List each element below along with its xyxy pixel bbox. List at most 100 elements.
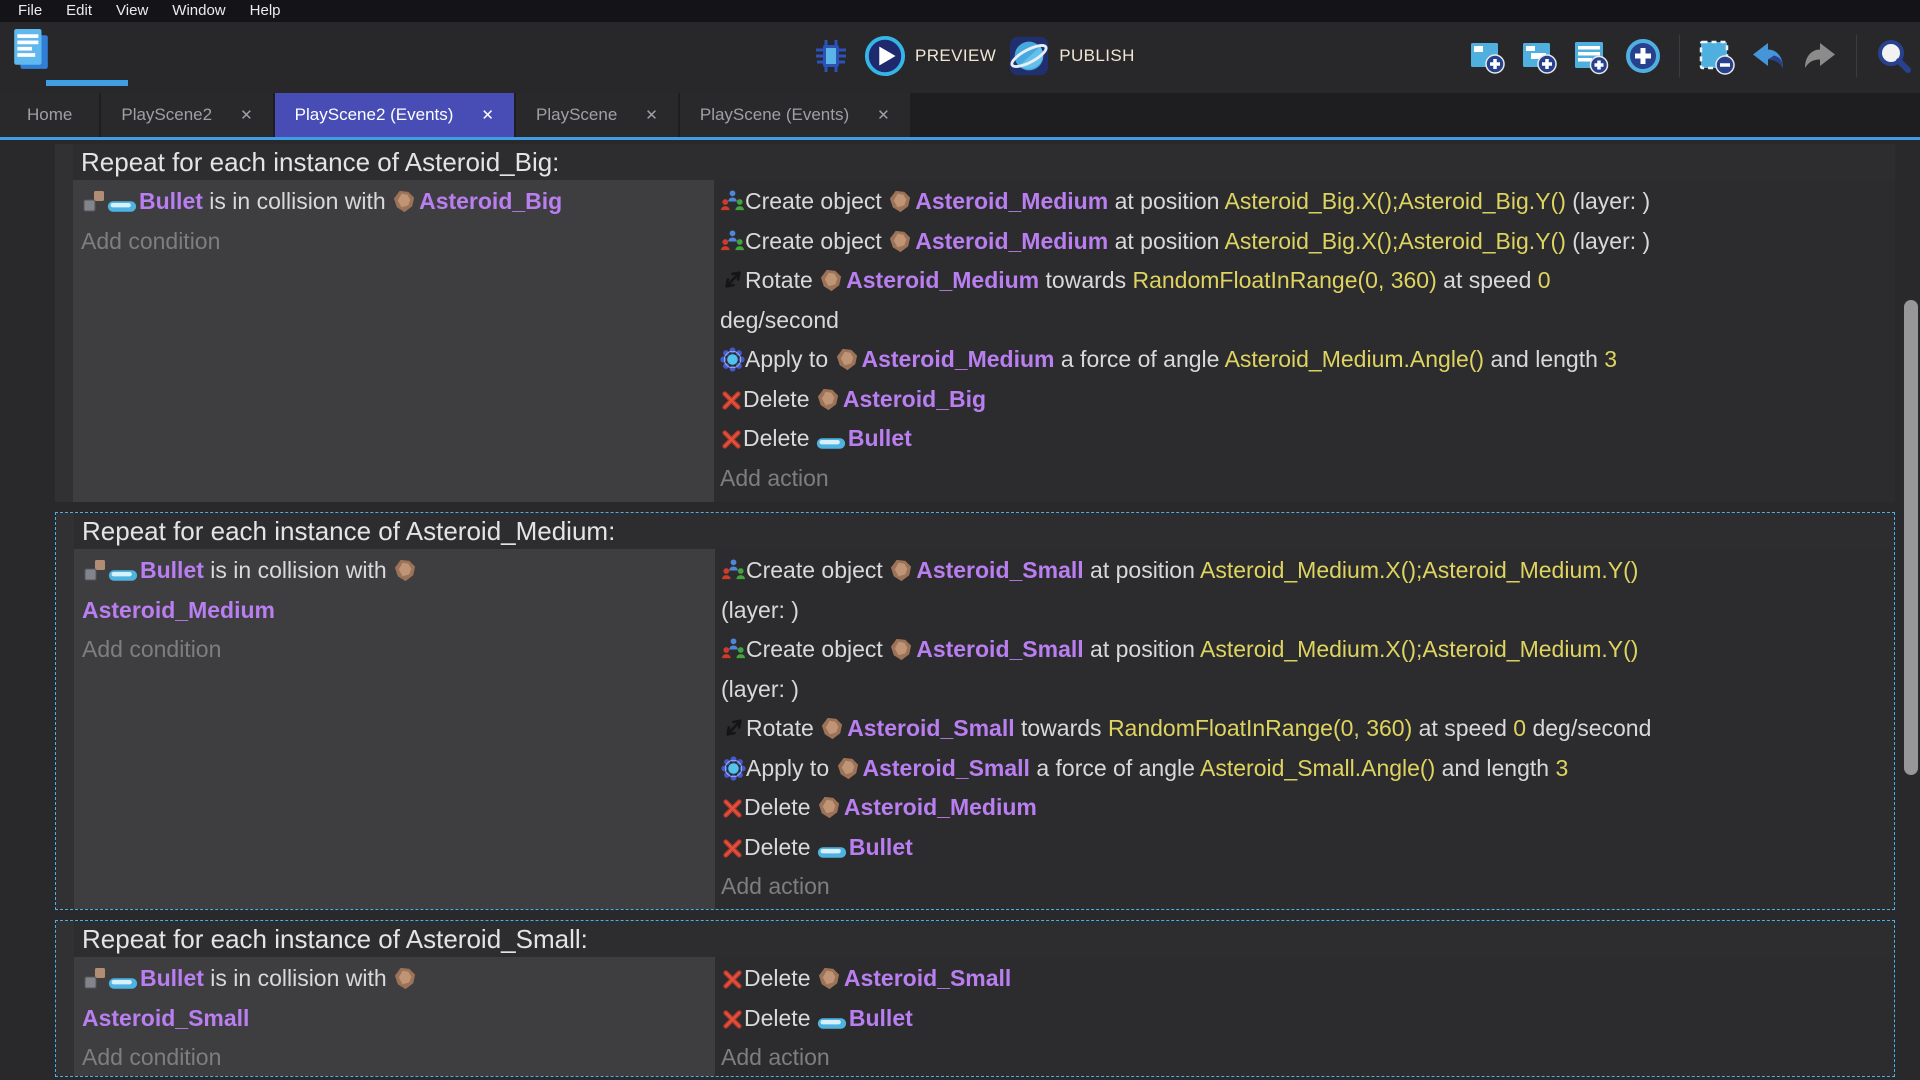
tab-playscene[interactable]: PlayScene ✕ — [516, 93, 678, 137]
condition-row[interactable]: Bullet is in collision with Asteroid_Sma… — [82, 959, 705, 1038]
actions-column: Create object Asteroid_Small at position… — [715, 549, 1894, 909]
delete-icon — [721, 788, 744, 828]
delete-selection-icon[interactable] — [1695, 34, 1737, 78]
menu-edit[interactable]: Edit — [56, 0, 102, 22]
redo-icon[interactable] — [1799, 34, 1841, 78]
events-sheet: Repeat for each instance of Asteroid_Big… — [0, 140, 1920, 1080]
toolbar: PREVIEW PUBLISH — [0, 22, 1920, 93]
expression: Asteroid_Medium.X();Asteroid_Medium.Y() — [1200, 636, 1639, 662]
expression: Asteroid_Medium.X();Asteroid_Medium.Y() — [1200, 557, 1639, 583]
action-row[interactable]: Apply to Asteroid_Medium a force of angl… — [720, 340, 1887, 380]
event-main: Repeat for each instance of Asteroid_Med… — [74, 513, 1894, 909]
action-row[interactable]: Delete Bullet — [721, 828, 1886, 868]
vertical-scrollbar-thumb[interactable] — [1904, 300, 1918, 775]
expression: Asteroid_Medium.Angle() — [1224, 346, 1485, 372]
object-name: Bullet — [139, 188, 203, 214]
bullet-icon — [108, 551, 138, 591]
tab-close-icon[interactable]: ✕ — [877, 106, 890, 124]
globe-icon — [1008, 35, 1050, 77]
event-body: Bullet is in collision with Asteroid_Med… — [74, 549, 1894, 909]
event-block-1[interactable]: Repeat for each instance of Asteroid_Big… — [55, 144, 1895, 502]
add-action-link[interactable]: Add action — [721, 1038, 1886, 1076]
text-segment: Delete — [744, 794, 817, 820]
event-header[interactable]: Repeat for each instance of Asteroid_Sma… — [74, 921, 1894, 957]
undo-icon[interactable] — [1747, 34, 1789, 78]
action-row[interactable]: Create object Asteroid_Medium at positio… — [720, 222, 1887, 262]
text-segment: Rotate — [746, 715, 821, 741]
text-segment: Apply to — [746, 754, 836, 781]
action-row[interactable]: Apply to Asteroid_Small a force of angle… — [721, 749, 1886, 789]
tab-close-icon[interactable]: ✕ — [645, 106, 658, 124]
menu-help[interactable]: Help — [240, 0, 291, 22]
text-segment: towards — [1039, 267, 1133, 293]
action-row[interactable]: Create object Asteroid_Small at position… — [721, 630, 1886, 709]
object-name: Bullet — [140, 965, 204, 991]
action-row[interactable]: Rotate Asteroid_Small towards RandomFloa… — [721, 709, 1886, 749]
tab-playscene2-events[interactable]: PlayScene2 (Events) ✕ — [274, 93, 514, 137]
object-name: Asteroid_Small — [82, 1004, 250, 1031]
publish-button[interactable]: PUBLISH — [1008, 35, 1135, 77]
add-comment-icon[interactable] — [1570, 34, 1612, 78]
text-segment: at position — [1108, 227, 1225, 254]
menu-window[interactable]: Window — [162, 0, 235, 22]
text-segment: is in collision with — [202, 188, 393, 214]
action-row[interactable]: Delete Asteroid_Big — [720, 380, 1887, 420]
tab-playscene2[interactable]: PlayScene2 ✕ — [101, 93, 273, 137]
text-segment: deg/second — [1526, 715, 1652, 741]
add-subevent-icon[interactable] — [1518, 34, 1560, 78]
object-name: Asteroid_Big — [842, 385, 987, 412]
preview-label: PREVIEW — [915, 46, 997, 65]
action-row[interactable]: Delete Asteroid_Small — [721, 959, 1886, 999]
event-block-3[interactable]: Repeat for each instance of Asteroid_Sma… — [55, 920, 1895, 1077]
tab-label: Home — [27, 105, 73, 124]
menu-bar: File Edit View Window Help — [0, 0, 1920, 22]
condition-row[interactable]: Bullet is in collision with Asteroid_Big — [81, 182, 704, 222]
search-icon[interactable] — [1872, 34, 1914, 78]
condition-row[interactable]: Bullet is in collision with Asteroid_Med… — [82, 551, 705, 630]
gdevelop-logo-button[interactable] — [10, 28, 52, 72]
tab-playscene-events[interactable]: PlayScene (Events) ✕ — [679, 93, 910, 137]
menu-file[interactable]: File — [8, 0, 52, 22]
action-row[interactable]: Delete Asteroid_Medium — [721, 788, 1886, 828]
delete-icon — [720, 380, 743, 420]
tab-close-icon[interactable]: ✕ — [240, 106, 253, 124]
rotate-icon — [720, 261, 745, 301]
action-row[interactable]: Delete Bullet — [721, 999, 1886, 1039]
tab-close-icon[interactable]: ✕ — [481, 106, 494, 124]
expression: RandomFloatInRange(0, 360) — [1132, 267, 1437, 293]
actions-column: Create object Asteroid_Medium at positio… — [714, 180, 1895, 502]
object-name: Asteroid_Medium — [915, 188, 1109, 214]
action-row[interactable]: Create object Asteroid_Small at position… — [721, 551, 1886, 630]
object-name: Bullet — [140, 557, 204, 583]
add-circle-icon[interactable] — [1622, 34, 1664, 78]
add-condition-link[interactable]: Add condition — [81, 222, 704, 262]
event-block-2[interactable]: Repeat for each instance of Asteroid_Med… — [55, 512, 1895, 910]
expression: 3 — [1604, 346, 1618, 372]
force-icon — [721, 749, 746, 789]
event-header[interactable]: Repeat for each instance of Asteroid_Big… — [73, 144, 1895, 180]
text-segment: deg/second — [720, 306, 839, 333]
tab-bar: Home PlayScene2 ✕ PlayScene2 (Events) ✕ PlayS… — [0, 93, 1920, 137]
tab-home[interactable]: Home — [0, 93, 100, 137]
action-row[interactable]: Create object Asteroid_Medium at positio… — [720, 182, 1887, 222]
asteroid-icon — [817, 959, 842, 999]
add-event-icon[interactable] — [1466, 34, 1508, 78]
action-row[interactable]: Rotate Asteroid_Medium towards RandomFlo… — [720, 261, 1887, 340]
add-condition-link[interactable]: Add condition — [82, 630, 705, 670]
tab-label: PlayScene2 (Events) — [294, 105, 454, 124]
preview-button[interactable]: PREVIEW — [864, 35, 996, 77]
event-header[interactable]: Repeat for each instance of Asteroid_Med… — [74, 513, 1894, 549]
action-row[interactable]: Delete Bullet — [720, 419, 1887, 459]
menu-view[interactable]: View — [106, 0, 158, 22]
text-segment: Delete — [743, 385, 816, 412]
add-action-link[interactable]: Add action — [721, 867, 1886, 907]
debug-icon[interactable] — [810, 34, 852, 78]
add-condition-link[interactable]: Add condition — [82, 1038, 705, 1076]
text-segment: at position — [1108, 188, 1225, 214]
gdevelop-window: File Edit View Window Help PREVIEW PUBLISH H… — [0, 0, 1920, 1080]
add-action-link[interactable]: Add action — [720, 459, 1887, 499]
text-segment: Apply to — [745, 346, 835, 372]
collision-icon — [82, 551, 108, 591]
delete-icon — [721, 999, 744, 1039]
expression: Asteroid_Big.X();Asteroid_Big.Y() — [1224, 188, 1566, 214]
